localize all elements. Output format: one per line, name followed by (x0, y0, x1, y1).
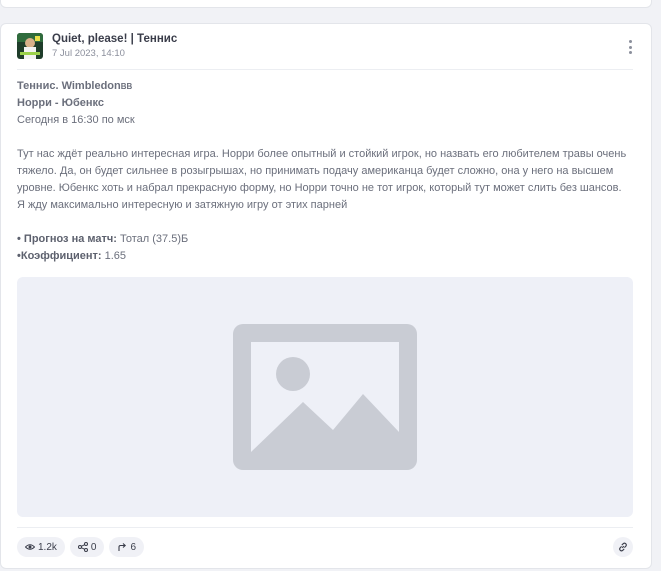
time-line: Сегодня в 16:30 по мск (17, 114, 135, 126)
coefficient-label: •Коэффициент: (17, 250, 102, 262)
post-card: Quiet, please! | Теннис 7 Jul 2023, 14:1… (0, 23, 652, 569)
shares-counter[interactable]: 0 (69, 537, 105, 557)
coefficient-line: •Коэффициент: 1.65 (17, 248, 629, 265)
image-placeholder-icon (233, 324, 417, 470)
forwards-count: 6 (130, 541, 137, 553)
more-options-icon[interactable] (623, 38, 637, 56)
sport-line: Теннис. WimbledonВВ (17, 80, 133, 92)
match-line: Норри - Юбенкс (17, 97, 105, 109)
coefficient-value: 1.65 (101, 250, 127, 262)
forecast-label: • Прогноз на матч: (17, 233, 117, 245)
post-text: Теннис. WimbledonВВ Норри - Юбенкс Сегод… (17, 78, 629, 265)
forwards-counter[interactable]: 6 (109, 537, 145, 557)
share-nodes-icon (77, 542, 88, 552)
page-right-edge (652, 0, 661, 571)
views-count: 1.2k (38, 541, 57, 553)
post-image[interactable] (17, 277, 633, 517)
header-divider (17, 69, 633, 70)
channel-info: Quiet, please! | Теннис 7 Jul 2023, 14:1… (52, 32, 177, 61)
link-icon (619, 542, 627, 552)
copy-link-button[interactable] (613, 537, 633, 557)
forecast-value: Тотал (37.5)Б (116, 233, 189, 245)
forward-arrow-icon (118, 543, 127, 551)
channel-name[interactable]: Quiet, please! | Теннис (52, 32, 177, 46)
post-header: Quiet, please! | Теннис 7 Jul 2023, 14:1… (17, 32, 641, 70)
footer-divider (17, 527, 633, 528)
shares-count: 0 (90, 541, 97, 553)
channel-avatar[interactable] (17, 33, 43, 59)
eye-icon (25, 544, 35, 550)
avatar-image (17, 33, 43, 59)
post-footer: 1.2k 0 6 (17, 537, 633, 557)
forecast-line: • Прогноз на матч: Тотал (37.5)Б (17, 231, 629, 248)
sport-line-suffix: ВВ (120, 82, 133, 91)
views-counter[interactable]: 1.2k (17, 537, 65, 557)
post-date: 7 Jul 2023, 14:10 (52, 48, 125, 59)
post-paragraph: Тут нас ждёт реально интересная игра. Но… (17, 148, 627, 211)
previous-post-card (0, 0, 652, 8)
